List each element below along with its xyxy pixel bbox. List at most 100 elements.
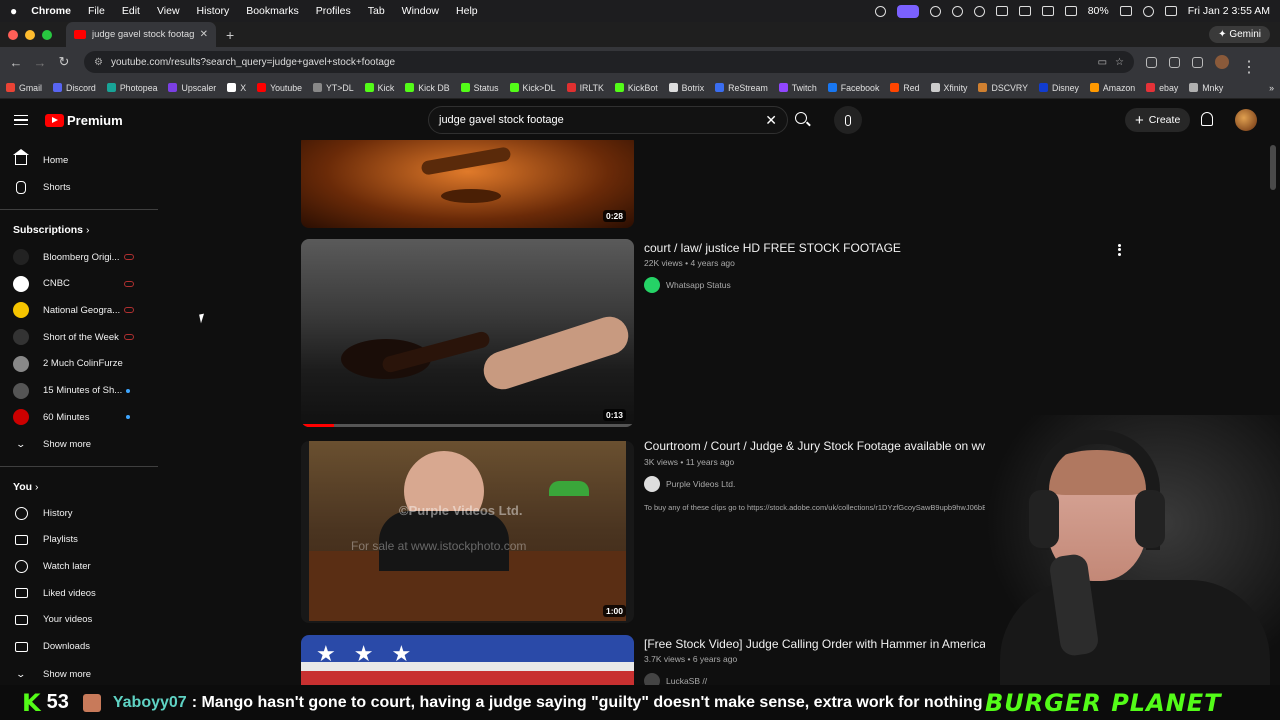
bookmark-item[interactable]: Kick>DL xyxy=(509,83,556,93)
menu-edit[interactable]: Edit xyxy=(122,5,140,17)
video-title[interactable]: court / law/ justice HD FREE STOCK FOOTA… xyxy=(644,241,901,255)
browser-tab[interactable]: judge gavel stock footage - Y ✕ xyxy=(66,22,216,47)
extensions-puzzle-icon[interactable] xyxy=(1169,56,1180,68)
channel-name[interactable]: Purple Videos Ltd. xyxy=(666,479,735,489)
bookmark-item[interactable]: Xfinity xyxy=(930,83,967,93)
reload-icon[interactable]: ↻ xyxy=(54,54,74,70)
sidebar-item-playlists[interactable]: Playlists xyxy=(0,527,158,553)
bookmark-item[interactable]: Botrix xyxy=(668,83,704,93)
chrome-menu-icon[interactable]: ⋮ xyxy=(1241,57,1257,76)
play-icon[interactable] xyxy=(973,5,985,17)
menu-file[interactable]: File xyxy=(88,5,105,17)
channel-link[interactable]: Purple Videos Ltd. xyxy=(644,476,735,492)
sidebar-channel[interactable]: Short of the Week xyxy=(0,324,158,350)
sidebar-channel[interactable]: National Geogra... xyxy=(0,297,158,323)
minimize-window-button[interactable] xyxy=(25,29,35,40)
zoom-window-button[interactable] xyxy=(42,29,52,40)
bookmark-item[interactable]: ReStream xyxy=(715,83,768,93)
menu-tab[interactable]: Tab xyxy=(368,5,385,17)
page-scrollbar[interactable] xyxy=(1270,145,1276,190)
channel-avatar[interactable] xyxy=(644,476,660,492)
channel-name[interactable]: LuckaSB // xyxy=(666,676,707,685)
spotlight-icon[interactable] xyxy=(1142,5,1154,17)
subscriptions-heading[interactable]: Subscriptions › xyxy=(13,224,89,236)
sidebar-item-history[interactable]: History xyxy=(0,500,158,526)
video-thumbnail[interactable]: 0:13 xyxy=(301,239,634,427)
sidebar-item-downloads[interactable]: Downloads xyxy=(0,634,158,660)
bookmark-item[interactable]: Amazon xyxy=(1089,83,1135,93)
search-icon[interactable] xyxy=(795,112,807,124)
bookmark-item[interactable]: ebay xyxy=(1146,83,1178,93)
battery-percent[interactable]: 80% xyxy=(1088,5,1109,17)
user-avatar[interactable] xyxy=(1235,109,1257,131)
video-thumbnail[interactable]: ★★★ xyxy=(301,635,634,685)
vpn-icon[interactable] xyxy=(951,5,963,17)
sidebar-channel[interactable]: 60 Minutes xyxy=(0,404,158,430)
voice-search-button[interactable] xyxy=(834,106,862,134)
menu-view[interactable]: View xyxy=(157,5,180,17)
bookmark-item[interactable]: X xyxy=(227,83,246,93)
guide-menu-icon[interactable] xyxy=(14,112,28,129)
bookmark-item[interactable]: Status xyxy=(460,83,499,93)
sidebar-show-more[interactable]: ⌄ Show more xyxy=(0,431,158,457)
bookmark-item[interactable]: Twitch xyxy=(778,83,817,93)
menu-profiles[interactable]: Profiles xyxy=(316,5,351,17)
wifi-icon[interactable] xyxy=(1064,6,1077,16)
bookmark-item[interactable]: Gmail xyxy=(6,83,42,93)
site-info-icon[interactable]: ⚙ xyxy=(94,57,103,68)
bookmark-item[interactable]: Kick xyxy=(364,83,394,93)
gemini-button[interactable]: ✦ Gemini xyxy=(1209,26,1270,43)
sidebar-channel[interactable]: Bloomberg Origi... xyxy=(0,244,158,270)
status-icon[interactable] xyxy=(929,5,941,17)
bookmark-item[interactable]: Kick DB xyxy=(405,83,450,93)
clear-search-icon[interactable]: ✕ xyxy=(765,112,777,129)
control-center-icon[interactable] xyxy=(1164,6,1177,16)
address-bar[interactable]: ⚙ youtube.com/results?search_query=judge… xyxy=(84,51,1134,73)
video-thumbnail[interactable]: 0:28 xyxy=(301,140,634,228)
youtube-logo[interactable]: Premium xyxy=(45,113,123,128)
menu-window[interactable]: Window xyxy=(402,5,439,17)
notifications-bell-icon[interactable] xyxy=(1201,112,1213,126)
sidebar-item-watch-later[interactable]: Watch later xyxy=(0,553,158,579)
channel-link[interactable]: LuckaSB // xyxy=(644,673,707,685)
bluetooth-icon[interactable] xyxy=(1041,6,1054,16)
bookmark-item[interactable]: Youtube xyxy=(257,83,302,93)
bookmark-item[interactable]: Disney xyxy=(1038,83,1079,93)
url-text[interactable]: youtube.com/results?search_query=judge+g… xyxy=(111,57,395,68)
bookmark-item[interactable]: Facebook xyxy=(827,83,879,93)
back-icon[interactable]: ← xyxy=(6,55,26,70)
channel-name[interactable]: Whatsapp Status xyxy=(666,280,731,290)
display-icon[interactable] xyxy=(1018,6,1031,16)
search-value[interactable]: judge gavel stock footage xyxy=(439,114,564,126)
sidebar-item-liked-videos[interactable]: Liked videos xyxy=(0,580,158,606)
close-window-button[interactable] xyxy=(8,29,18,40)
bookmarks-overflow-icon[interactable]: » xyxy=(1269,83,1274,93)
more-actions-icon[interactable] xyxy=(1118,242,1122,257)
menu-app[interactable]: Chrome xyxy=(31,5,71,17)
sidebar-channel[interactable]: CNBC xyxy=(0,271,158,297)
apple-icon[interactable]: ● xyxy=(10,4,17,18)
volume-icon[interactable] xyxy=(995,6,1008,16)
bookmark-item[interactable]: Discord xyxy=(52,83,96,93)
bookmark-item[interactable]: IRLTK xyxy=(566,83,604,93)
channel-link[interactable]: Whatsapp Status xyxy=(644,277,731,293)
menubar-clock[interactable]: Fri Jan 2 3:55 AM xyxy=(1188,5,1270,17)
video-title[interactable]: [Free Stock Video] Judge Calling Order w… xyxy=(644,637,986,651)
video-thumbnail[interactable]: ©Purple Videos Ltd. For sale at www.isto… xyxy=(301,441,634,623)
channel-avatar[interactable] xyxy=(644,673,660,685)
search-input[interactable]: judge gavel stock footage ✕ xyxy=(428,106,788,134)
menu-bookmarks[interactable]: Bookmarks xyxy=(246,5,299,17)
bookmark-item[interactable]: Photopea xyxy=(106,83,157,93)
bookmark-item[interactable]: Red xyxy=(890,83,920,93)
create-button[interactable]: + Create xyxy=(1125,108,1191,132)
menu-help[interactable]: Help xyxy=(456,5,478,17)
screen-share-icon[interactable] xyxy=(896,4,919,18)
close-tab-icon[interactable]: ✕ xyxy=(200,29,208,40)
sidebar-item-shorts[interactable]: Shorts xyxy=(0,174,158,200)
extension-shield-icon[interactable] xyxy=(1146,56,1157,68)
bookmark-item[interactable]: KickBot xyxy=(614,83,658,93)
bookmark-item[interactable]: DSCVRY xyxy=(978,83,1028,93)
install-icon[interactable]: ▭ xyxy=(1098,57,1107,68)
bookmark-item[interactable]: YT>DL xyxy=(313,83,354,93)
status-icon[interactable] xyxy=(874,5,886,17)
